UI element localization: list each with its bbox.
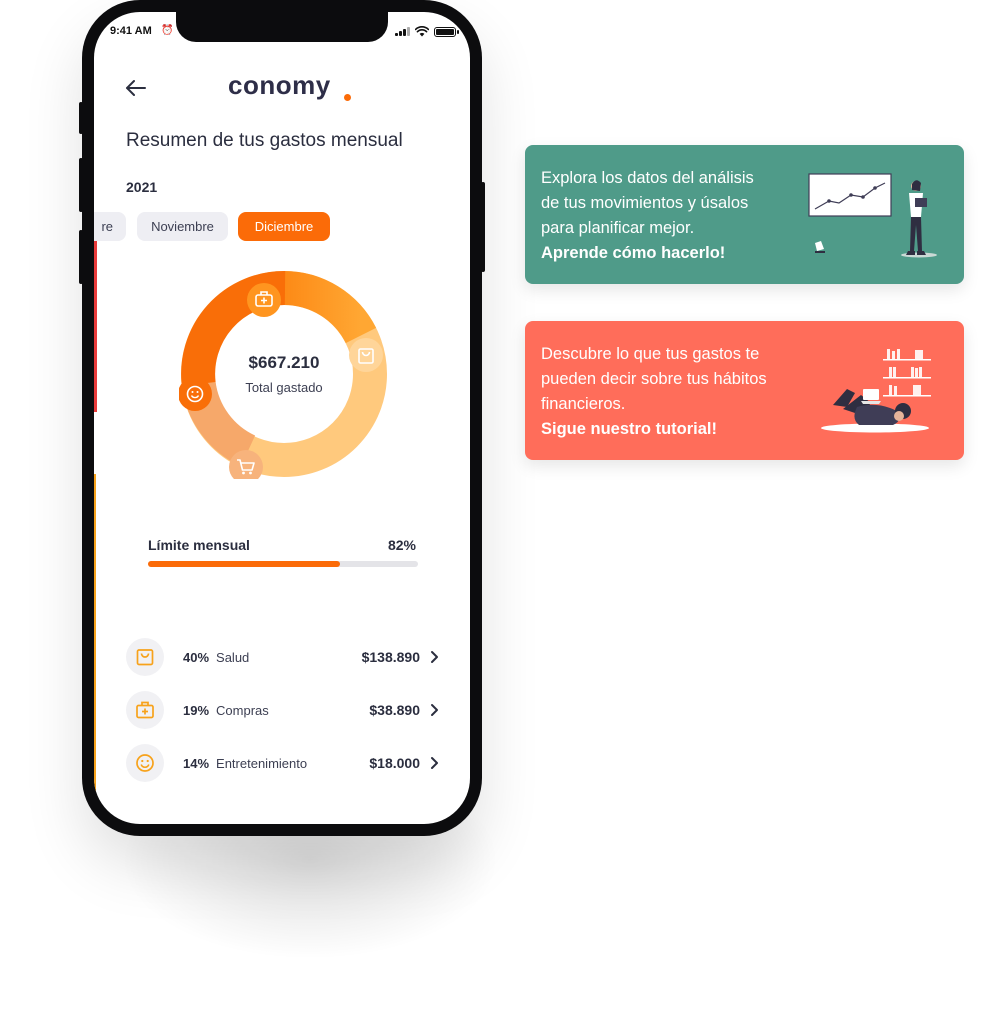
month-chip-noviembre[interactable]: Noviembre [137,212,228,241]
phone-screen: 9:41 AM ⏰ conomy Resumen de tus gastos m… [94,12,470,824]
year-label: 2021 [126,179,158,195]
app-logo: conomy [228,70,331,100]
notch [176,12,388,42]
card-line: Explora los datos del análisis [541,169,754,187]
mute-switch [79,102,83,134]
month-chip-diciembre[interactable]: Diciembre [238,212,330,241]
total-spent-label: Total gastado [245,380,323,395]
card-line: para planificar mejor. [541,219,695,237]
wifi-icon [415,26,429,37]
medkit-icon [126,691,164,729]
edge-accent-orange [94,474,96,814]
card-line: financieros. [541,395,626,413]
total-spent-value: $667.210 [248,353,320,372]
category-amount: $18.000 [369,755,420,771]
logo-dot [344,94,351,101]
phone-frame: 9:41 AM ⏰ conomy Resumen de tus gastos m… [79,0,485,836]
chart-presentation-illustration [808,173,937,258]
category-percent: 40% [183,649,210,665]
edge-accent-red [94,212,97,412]
card-line: pueden decir sobre tus hábitos [541,370,767,388]
donut-center: $667.210 Total gastado [179,269,389,479]
card-line: de tus movimientos y úsalos [541,194,749,212]
monthly-limit-progress-fill [148,561,340,567]
tutorial-promo-cta[interactable]: Sigue nuestro tutorial! [541,417,796,442]
tutorial-promo-text: Descubre lo que tus gastos te pueden dec… [541,342,796,442]
back-arrow-icon[interactable] [124,76,148,100]
alarm-icon: ⏰ [161,25,174,36]
battery-icon [434,26,459,37]
volume-down-button [79,230,83,284]
analysis-promo-text: Explora los datos del análisis de tus mo… [541,166,796,266]
page-title: Resumen de tus gastos mensual [126,130,403,151]
category-name: Salud [216,649,250,665]
category-percent: 14% [183,755,210,771]
card-line: Descubre lo que tus gastos te [541,345,760,363]
smiley-icon [126,744,164,782]
status-time: 9:41 AM [110,25,152,37]
category-amount: $38.890 [369,702,420,718]
tutorial-promo-card[interactable]: Descubre lo que tus gastos te pueden dec… [525,321,964,460]
category-name: Entretenimiento [216,755,308,771]
reading-laptop-illustration [821,349,931,433]
month-chip-prev[interactable]: re [94,212,126,241]
category-row-salud[interactable]: 40% Salud $138.890 [126,637,440,677]
monthly-limit-label: Límite mensual [148,537,250,553]
shopping-bag-icon [126,638,164,676]
analysis-promo-card[interactable]: Explora los datos del análisis de tus mo… [525,145,964,284]
chevron-right-icon [431,651,438,663]
category-amount: $138.890 [361,649,420,665]
power-button [481,182,485,272]
category-row-entretenimiento[interactable]: 14% Entretenimiento $18.000 [126,743,440,783]
category-row-compras[interactable]: 19% Compras $38.890 [126,690,440,730]
analysis-promo-cta[interactable]: Aprende cómo hacerlo! [541,241,796,266]
chevron-right-icon [431,757,438,769]
monthly-limit-progress [148,561,418,567]
category-name: Compras [216,702,269,718]
signal-icon [395,27,410,36]
category-percent: 19% [183,702,210,718]
volume-up-button [79,158,83,212]
status-indicators [395,26,459,37]
chevron-right-icon [431,704,438,716]
monthly-limit-percent: 82% [387,537,416,553]
